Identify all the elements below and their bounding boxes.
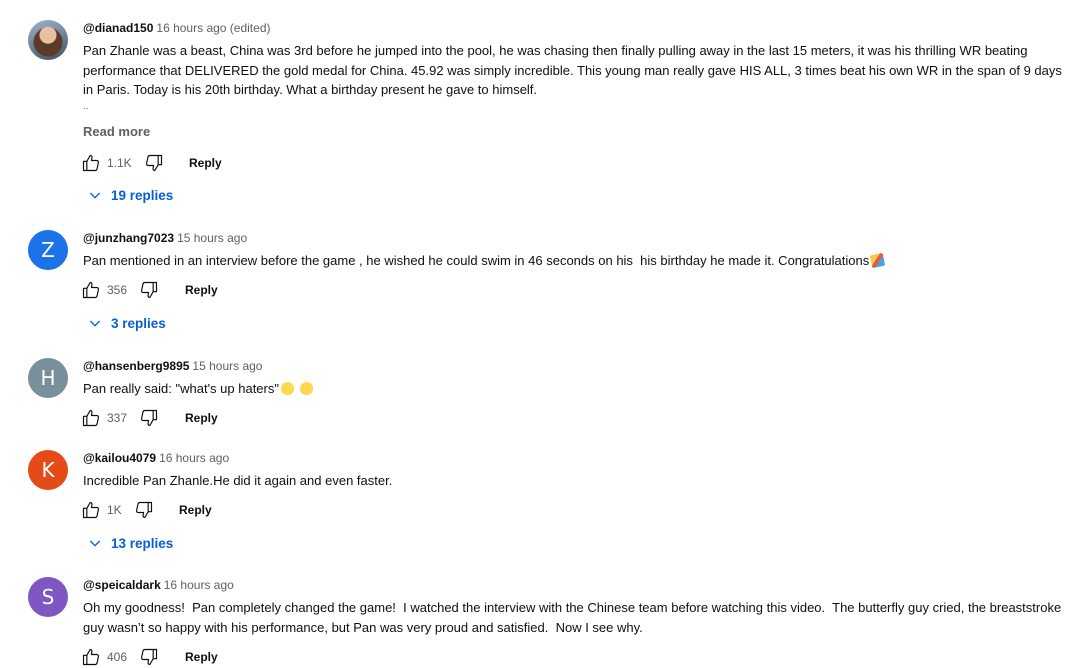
chevron-down-icon (89, 192, 101, 199)
author-handle[interactable]: @kailou4079 (83, 451, 156, 465)
comment-text-wrap: Pan mentioned in an interview before the… (83, 251, 1072, 271)
comment-actions: 406 Reply (0, 646, 400, 668)
comment-time[interactable]: 16 hours ago (159, 451, 229, 465)
avatar[interactable]: K (28, 450, 68, 490)
comment-header: @hansenberg9895 15 hours ago (83, 358, 1072, 374)
replies-count: 3 replies (111, 315, 166, 331)
like-count: 356 (107, 283, 128, 297)
chevron-down-icon (89, 540, 101, 547)
comment-actions: 1.1K Reply (0, 152, 400, 174)
thumbs-down-icon (140, 409, 158, 427)
avatar[interactable]: H (28, 358, 68, 398)
comment-body: @speicaldark 16 hours ago Oh my goodness!… (83, 577, 1072, 637)
thumbs-down-icon (145, 154, 163, 172)
comment-body: @hansenberg9895 15 hours ago Pan really s… (83, 358, 1072, 399)
author-handle[interactable]: @dianad150 (83, 21, 153, 35)
comment-body: @junzhang7023 15 hours ago Pan mentioned … (83, 230, 1072, 271)
party-popper-icon (870, 252, 886, 269)
like-count: 337 (107, 411, 128, 425)
like-button[interactable] (81, 279, 101, 301)
like-count: 1.1K (107, 156, 132, 170)
comment-body: @dianad150 16 hours ago (edited) Pan Zhan… (83, 20, 1072, 139)
avatar-letter: H (40, 366, 56, 390)
avatar-letter: K (41, 458, 55, 482)
like-button[interactable] (81, 646, 101, 668)
like-count: 1K (107, 503, 122, 517)
comment-text: Pan mentioned in an interview before the… (83, 253, 870, 268)
rofl-emoji-icon (278, 379, 297, 398)
comment-text: Incredible Pan Zhanle.He did it again an… (83, 473, 393, 488)
comment-header: @dianad150 16 hours ago (edited) (83, 20, 1072, 36)
read-more-button[interactable]: Read more (83, 124, 1072, 139)
dislike-button[interactable] (139, 646, 159, 668)
avatar[interactable] (28, 20, 68, 60)
comment-time[interactable]: 16 hours ago (164, 578, 234, 592)
comment-header: @kailou4079 16 hours ago (83, 450, 1072, 466)
view-replies-button[interactable]: 19 replies (87, 184, 173, 206)
comment-time[interactable]: 16 hours ago (edited) (156, 21, 270, 35)
comment-actions: 337 Reply (0, 407, 400, 429)
reply-button[interactable]: Reply (185, 646, 218, 668)
chevron-down-icon (89, 320, 101, 327)
view-replies-button[interactable]: 13 replies (87, 532, 173, 554)
comment-text: Pan really said: "what's up haters" (83, 381, 279, 396)
thumbs-down-icon (135, 501, 153, 519)
comment-actions: 1K Reply (0, 499, 400, 521)
author-handle[interactable]: @junzhang7023 (83, 231, 174, 245)
thumbs-up-icon (82, 648, 100, 666)
reply-button[interactable]: Reply (185, 407, 218, 429)
author-handle[interactable]: @speicaldark (83, 578, 161, 592)
author-handle[interactable]: @hansenberg9895 (83, 359, 189, 373)
reply-button[interactable]: Reply (179, 499, 212, 521)
like-count: 406 (107, 650, 128, 664)
comment-text-wrap: Pan really said: "what's up haters" (83, 379, 1072, 399)
thumbs-down-icon (140, 281, 158, 299)
avatar[interactable]: Z (28, 230, 68, 270)
thumbs-up-icon (82, 501, 100, 519)
comment-text: Pan Zhanle was a beast, China was 3rd be… (83, 43, 1066, 98)
dislike-button[interactable] (139, 279, 159, 301)
dislike-button[interactable] (139, 407, 159, 429)
comment-actions: 356 Reply (0, 279, 400, 301)
like-button[interactable] (81, 152, 101, 174)
truncation-ellipsis: .. (83, 100, 89, 112)
comment-header: @junzhang7023 15 hours ago (83, 230, 1072, 246)
avatar-letter: Z (41, 238, 55, 262)
comment-text: Oh my goodness! Pan completely changed t… (83, 600, 1065, 635)
dislike-button[interactable] (134, 499, 154, 521)
comment-header: @speicaldark 16 hours ago (83, 577, 1072, 593)
reply-button[interactable]: Reply (185, 279, 218, 301)
like-button[interactable] (81, 407, 101, 429)
view-replies-button[interactable]: 3 replies (87, 312, 166, 334)
replies-count: 19 replies (111, 187, 174, 203)
comment-time[interactable]: 15 hours ago (177, 231, 247, 245)
thumbs-up-icon (82, 154, 100, 172)
thumbs-down-icon (140, 648, 158, 666)
avatar-letter: S (41, 585, 55, 609)
avatar[interactable]: S (28, 577, 68, 617)
dislike-button[interactable] (144, 152, 164, 174)
joy-emoji-icon (299, 382, 313, 395)
like-button[interactable] (81, 499, 101, 521)
comment-body: @kailou4079 16 hours ago Incredible Pan Z… (83, 450, 1072, 491)
reply-button[interactable]: Reply (189, 152, 222, 174)
comment-time[interactable]: 15 hours ago (192, 359, 262, 373)
replies-count: 13 replies (111, 535, 174, 551)
thumbs-up-icon (82, 409, 100, 427)
thumbs-up-icon (82, 281, 100, 299)
